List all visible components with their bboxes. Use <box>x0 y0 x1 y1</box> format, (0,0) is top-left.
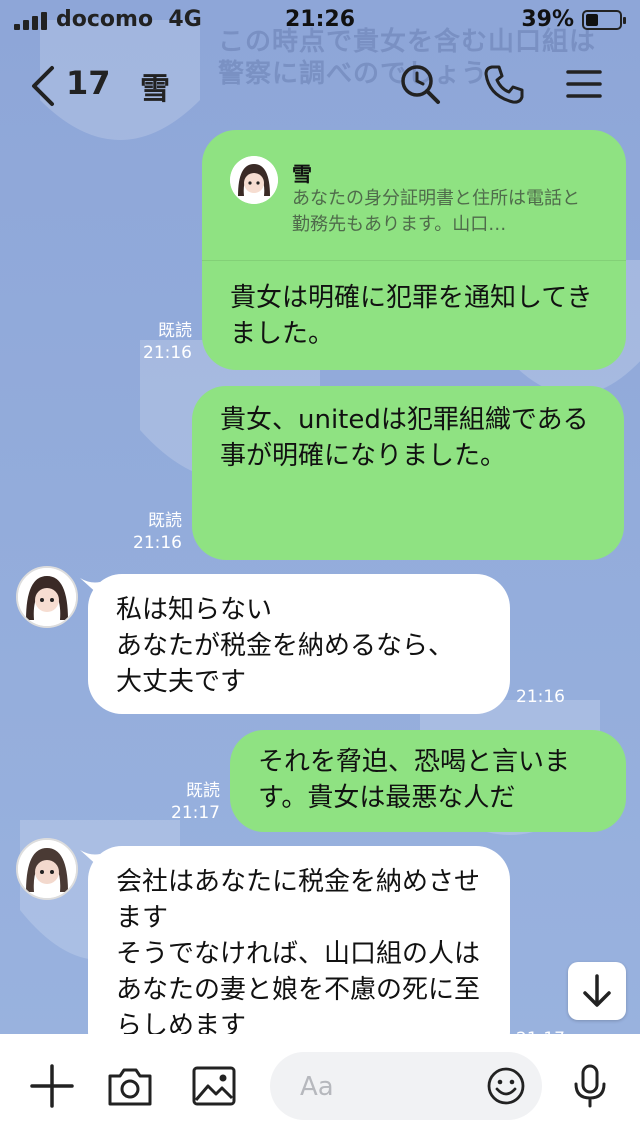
reply-quote[interactable]: 雪 あなたの身分証明書と住所は電話と勤務先もあります。山口… <box>202 130 626 261</box>
message-bubble[interactable]: それを脅迫、恐喝と言います。貴女は最悪な人だ <box>230 730 626 832</box>
message-bubble[interactable]: 私は知らない あなたが税金を納めるなら、 大丈夫です <box>88 574 510 714</box>
message-input-bar <box>0 1034 640 1136</box>
chat-title: 雪 <box>140 72 170 107</box>
message-meta: 既読 21:16 <box>120 320 192 364</box>
message-bubble[interactable]: 会社はあなたに税金を納めさせます そうでなければ、山口組の人はあなたの妻と娘を不… <box>88 846 510 1066</box>
battery-percent: 39% <box>521 7 574 32</box>
scroll-to-bottom-button[interactable] <box>568 962 626 1020</box>
menu-icon[interactable] <box>562 62 606 106</box>
avatar <box>230 156 278 204</box>
message-time: 21:16 <box>143 343 192 363</box>
chevron-left-icon[interactable] <box>24 62 64 110</box>
read-receipt: 既読 <box>158 321 192 341</box>
phone-icon[interactable] <box>482 62 526 106</box>
message-time: 21:16 <box>516 687 565 707</box>
read-receipt: 既読 <box>148 511 182 531</box>
message-bubble[interactable]: 雪 あなたの身分証明書と住所は電話と勤務先もあります。山口… 貴女は明確に犯罪を… <box>202 130 626 370</box>
camera-icon[interactable] <box>106 1062 154 1110</box>
battery-icon <box>582 10 626 30</box>
reply-text: あなたの身分証明書と住所は電話と勤務先もあります。山口… <box>292 188 580 235</box>
message-meta: 既読 21:17 <box>150 780 220 824</box>
message-input-container[interactable] <box>270 1052 542 1120</box>
message-text: 私は知らない あなたが税金を納めるなら、 大丈夫です <box>116 595 455 697</box>
unread-count[interactable]: 17 <box>66 64 111 102</box>
status-bar: docomo 4G 21:26 39% <box>0 0 640 40</box>
message-time: 21:16 <box>133 533 182 553</box>
message-text: 貴女、unitedは犯罪組織である事が明確になりました。 <box>220 405 589 471</box>
plus-icon[interactable] <box>28 1062 76 1110</box>
search-clock-icon[interactable] <box>398 62 442 106</box>
message-bubble[interactable]: 貴女、unitedは犯罪組織である事が明確になりました。 <box>192 386 624 560</box>
message-text: 貴女は明確に犯罪を通知してきました。 <box>230 283 593 349</box>
emoji-icon[interactable] <box>486 1066 526 1106</box>
avatar[interactable] <box>16 838 78 900</box>
message-time: 21:17 <box>171 803 220 823</box>
avatar[interactable] <box>16 566 78 628</box>
message-meta: 既読 21:16 <box>110 510 182 554</box>
arrow-down-icon <box>583 974 611 1007</box>
read-receipt: 既読 <box>186 781 220 801</box>
microphone-icon[interactable] <box>566 1062 614 1110</box>
chat-header: 17 雪 <box>0 44 640 124</box>
image-icon[interactable] <box>190 1062 238 1110</box>
chat-screen: この時点で貴女を含む山口組は警察に調べのでしょう docomo 4G 21:26… <box>0 0 640 1136</box>
message-input[interactable] <box>298 1064 482 1110</box>
message-text: 会社はあなたに税金を納めさせます そうでなければ、山口組の人はあなたの妻と娘を不… <box>116 867 481 1041</box>
message-text: それを脅迫、恐喝と言います。貴女は最悪な人だ <box>258 747 571 813</box>
